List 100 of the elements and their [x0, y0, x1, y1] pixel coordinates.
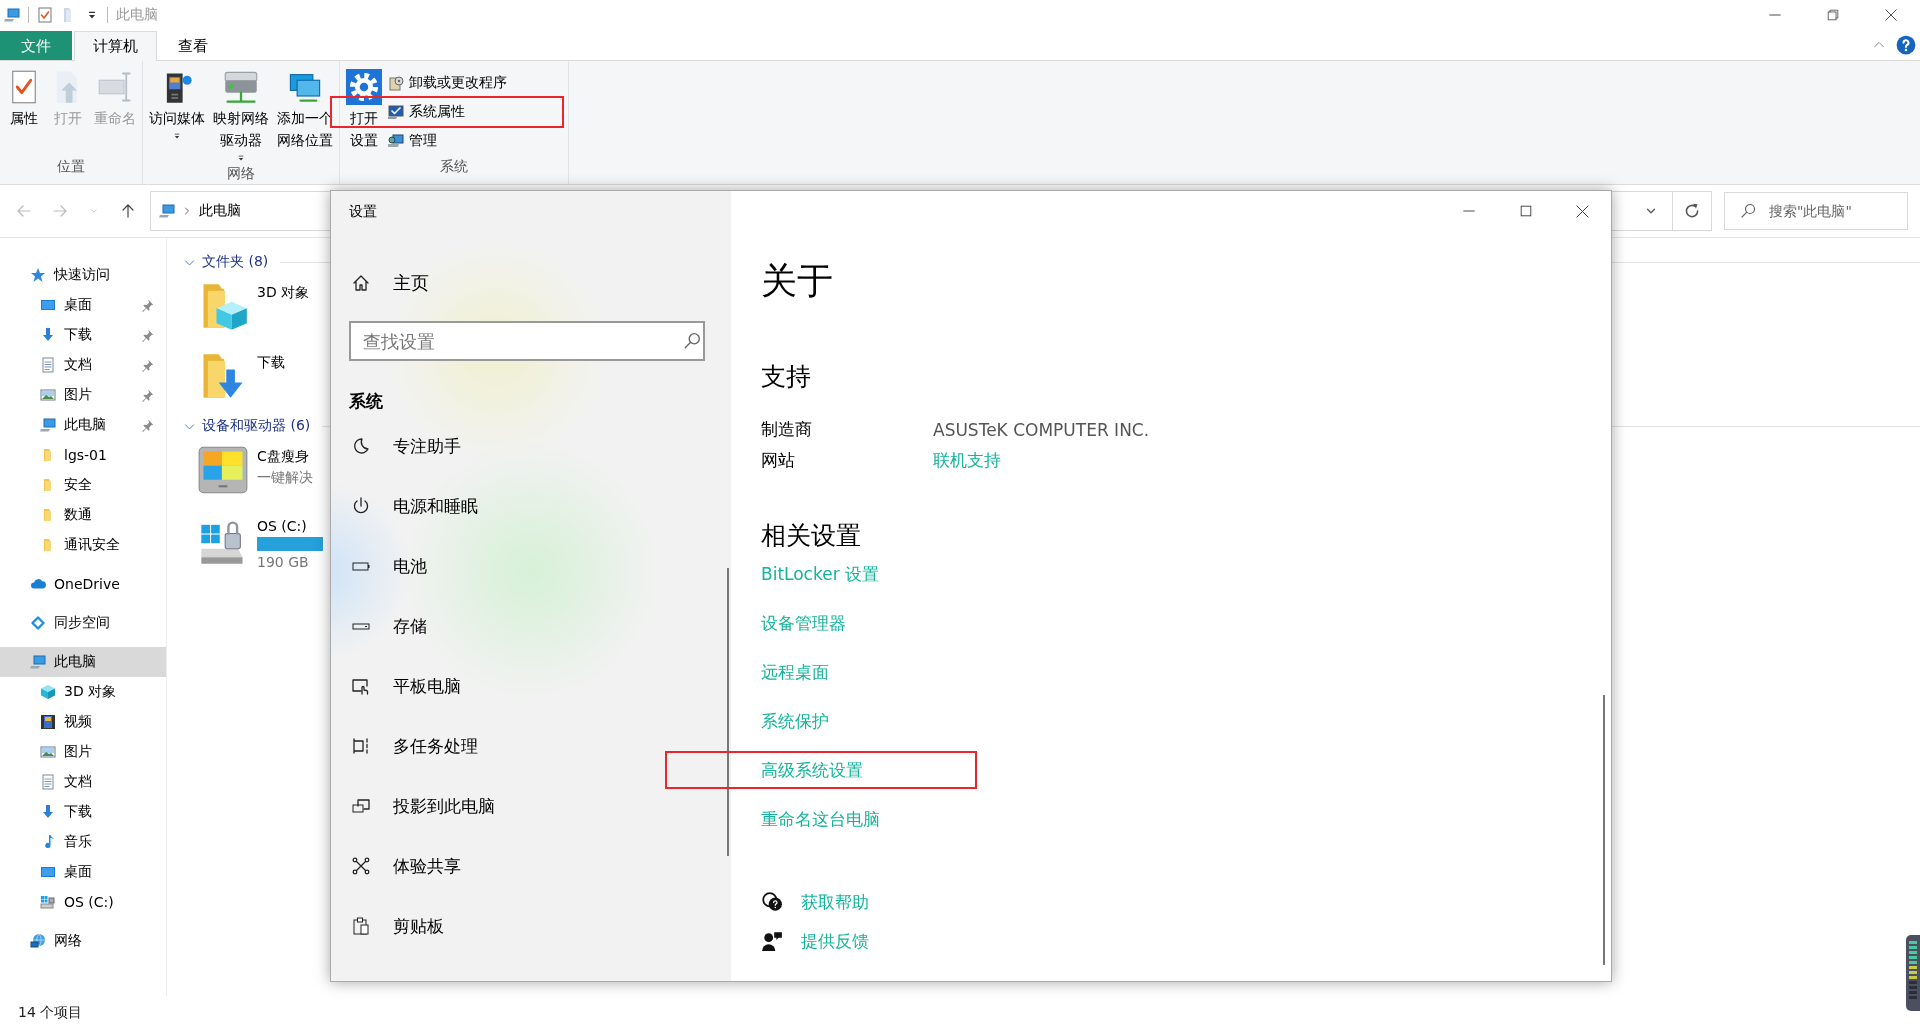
- network-drive-icon: [223, 69, 259, 105]
- menu-item[interactable]: 投影到此电脑: [349, 776, 713, 836]
- nav-item[interactable]: OS (C:): [0, 887, 166, 917]
- projection-icon: [351, 796, 371, 816]
- nav-item[interactable]: lgs-01: [0, 440, 166, 470]
- person-feedback-icon: [761, 930, 783, 952]
- share-icon: [351, 856, 371, 876]
- gear-icon: [346, 69, 382, 105]
- breadcrumb[interactable]: 此电脑: [199, 202, 241, 220]
- info-label: 制造商: [761, 418, 813, 441]
- nav-item[interactable]: OneDrive: [0, 569, 166, 599]
- nav-item[interactable]: 图片: [0, 737, 166, 767]
- ribbon-tab[interactable]: 计算机: [74, 31, 157, 61]
- computer-icon: [40, 417, 56, 433]
- scrollbar[interactable]: [1603, 695, 1605, 965]
- ribbon-button[interactable]: 访问媒体: [147, 67, 207, 165]
- group-header[interactable]: 设备和驱动器 (6): [202, 417, 311, 435]
- checked-document-icon[interactable]: [37, 7, 53, 23]
- nav-item[interactable]: 图片: [0, 380, 166, 410]
- nav-item[interactable]: 通讯安全: [0, 530, 166, 560]
- nav-item[interactable]: 数通: [0, 500, 166, 530]
- menu-item[interactable]: 电源和睡眠: [349, 476, 713, 536]
- info-value: ASUSTeK COMPUTER INC.: [933, 419, 1150, 440]
- monitor-icon: [40, 864, 56, 880]
- home-link[interactable]: 主页: [349, 261, 713, 305]
- nav-item[interactable]: 此电脑: [0, 410, 166, 440]
- up-arrow-icon[interactable]: [120, 203, 136, 219]
- ribbon-button[interactable]: 属性: [4, 67, 44, 158]
- search-field[interactable]: 查找设置: [349, 321, 705, 361]
- ribbon-button[interactable]: 管理: [388, 129, 445, 153]
- window-title: 此电脑: [116, 6, 158, 24]
- cloud-icon: [30, 576, 46, 592]
- restore-icon: [1826, 8, 1840, 22]
- nav-item[interactable]: 下载: [0, 320, 166, 350]
- ribbon-button[interactable]: 映射网络 驱动器: [211, 67, 271, 165]
- menu-item[interactable]: 电池: [349, 536, 713, 596]
- help-icon[interactable]: [1896, 35, 1916, 55]
- group-label: 位置: [56, 158, 86, 176]
- item-name[interactable]: C盘瘦身: [257, 448, 309, 466]
- menu-item[interactable]: 平板电脑: [349, 656, 713, 716]
- close-icon: [1884, 8, 1898, 22]
- picture-icon: [40, 387, 56, 403]
- nav-item[interactable]: 网络: [0, 926, 166, 956]
- page-title: 关于: [761, 259, 833, 303]
- cube-icon: [40, 684, 56, 700]
- power-icon: [351, 496, 371, 516]
- menu-item[interactable]: 存储: [349, 596, 713, 656]
- group-label: 网络: [226, 165, 256, 183]
- computer-icon: [4, 7, 20, 23]
- nav-item[interactable]: 桌面: [0, 857, 166, 887]
- nav-item[interactable]: 同步空间: [0, 608, 166, 638]
- nav-item[interactable]: 文档: [0, 350, 166, 380]
- nav-item[interactable]: 此电脑: [0, 647, 166, 677]
- menu-item[interactable]: 体验共享: [349, 836, 713, 896]
- computer-icon: [30, 654, 46, 670]
- menu-item[interactable]: 剪贴板: [349, 896, 713, 956]
- item-count: 14 个项目: [18, 1004, 83, 1022]
- nav-item[interactable]: 3D 对象: [0, 677, 166, 707]
- software-box-icon: [388, 75, 404, 91]
- nav-item[interactable]: 视频: [0, 707, 166, 737]
- computer-icon: [159, 203, 175, 219]
- forward-arrow-icon[interactable]: [52, 203, 68, 219]
- nav-item[interactable]: 快速访问: [0, 260, 166, 290]
- ribbon-tab[interactable]: 查看: [159, 31, 227, 60]
- ribbon-button[interactable]: 卸载或更改程序: [388, 71, 515, 95]
- document-icon: [40, 357, 56, 373]
- refresh-icon[interactable]: [1683, 202, 1701, 220]
- clipboard-icon: [351, 916, 371, 936]
- close-icon: [1575, 203, 1590, 219]
- ribbon-button[interactable]: 打开 设置: [344, 67, 384, 158]
- item-name[interactable]: 下载: [257, 354, 285, 372]
- search-icon: [1740, 203, 1756, 219]
- group-label: 系统: [439, 158, 469, 176]
- star-icon: [30, 267, 46, 283]
- film-icon: [40, 714, 56, 730]
- nav-item[interactable]: 桌面: [0, 290, 166, 320]
- moon-icon: [351, 436, 371, 456]
- nav-item[interactable]: 安全: [0, 470, 166, 500]
- multitask-icon: [351, 736, 371, 756]
- picture-icon: [40, 744, 56, 760]
- section-heading: 支持: [761, 361, 811, 393]
- chat-help-icon: [761, 891, 783, 913]
- monitor-icon: [40, 297, 56, 313]
- back-arrow-icon[interactable]: [16, 203, 32, 219]
- ribbon-tab[interactable]: 文件: [0, 31, 72, 60]
- ribbon-button[interactable]: 系统属性: [388, 100, 473, 124]
- group-header[interactable]: 文件夹 (8): [202, 253, 269, 271]
- nav-item[interactable]: 文档: [0, 767, 166, 797]
- item-name[interactable]: OS (C:): [257, 518, 307, 534]
- nav-item[interactable]: 音乐: [0, 827, 166, 857]
- section-heading: 相关设置: [761, 520, 861, 552]
- item-detail: 一键解决: [257, 469, 313, 487]
- nav-item[interactable]: 下载: [0, 797, 166, 827]
- menu-item[interactable]: 专注助手: [349, 416, 713, 476]
- diamond-icon: [30, 615, 46, 631]
- down-arrow-icon: [40, 804, 56, 820]
- menu-item[interactable]: 多任务处理: [349, 716, 713, 776]
- search-icon: [683, 332, 701, 350]
- scrollbar[interactable]: [727, 568, 729, 856]
- item-name[interactable]: 3D 对象: [257, 284, 310, 302]
